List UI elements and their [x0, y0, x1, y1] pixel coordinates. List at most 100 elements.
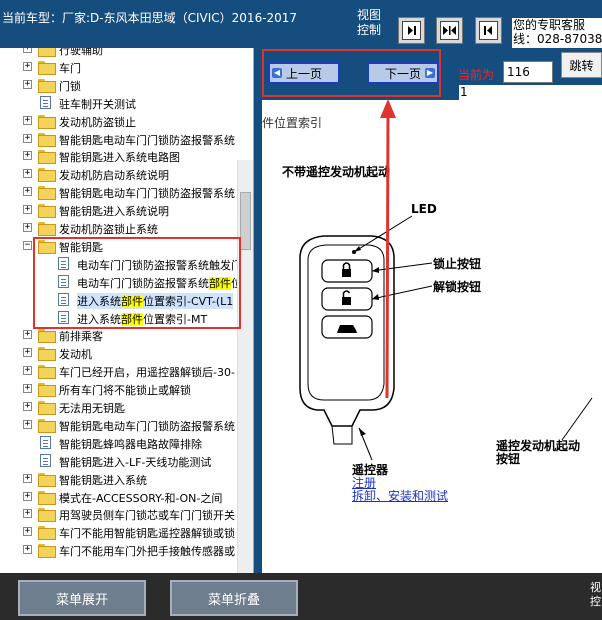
- vehicle-label: 当前车型：厂家:D-东风本田思域（CIVIC）2016-2017: [2, 11, 298, 25]
- view-right-button[interactable]: [398, 17, 425, 44]
- expand-icon[interactable]: +: [23, 61, 32, 71]
- tree-folder-item[interactable]: + 前排乘客: [0, 326, 237, 344]
- unlock-icon: [342, 297, 351, 305]
- tree-folder-item[interactable]: + 发动机防盗锁止: [0, 112, 237, 130]
- tree-folder-item[interactable]: + 所有车门将不能锁止或解锁: [0, 380, 237, 398]
- menu-collapse-button[interactable]: 菜单折叠: [170, 580, 298, 616]
- tree-folder-item[interactable]: + 车门不能用车门外把手接触传感器或: [0, 541, 237, 559]
- document-icon: [40, 95, 51, 109]
- tree-item-label: 智能钥匙进入系统: [59, 473, 147, 487]
- tree-folder-item[interactable]: + 用驾驶员侧车门锁芯或车门门锁开关: [0, 505, 237, 523]
- tree-folder-item[interactable]: + 车门: [0, 58, 237, 76]
- tree-folder-item[interactable]: + 智能钥匙进入系统电路图: [0, 147, 237, 165]
- expand-icon[interactable]: +: [23, 223, 32, 232]
- tree-item-label: 无法用无钥匙: [59, 402, 125, 415]
- folder-icon: [38, 418, 56, 433]
- folder-icon: [38, 401, 56, 415]
- expand-icon[interactable]: +: [23, 545, 32, 555]
- arrow-left-bar-icon: [479, 21, 498, 40]
- tree-folder-item[interactable]: + 模式在-ACCESSORY-和-ON-之间: [0, 488, 237, 506]
- lock-button-callout: 锁止按钮: [433, 257, 482, 271]
- lock-icon: [342, 269, 351, 277]
- tree-item-label: 用驾驶员侧车门锁芯或车门门锁开关: [59, 509, 235, 523]
- tree-vertical-scrollbar[interactable]: [237, 160, 253, 573]
- menu-expand-button[interactable]: 菜单展开: [18, 580, 146, 616]
- split-arrows-icon: [440, 21, 459, 40]
- expand-icon[interactable]: +: [23, 348, 32, 358]
- tree-item-label: 智能钥匙电动车门门锁防盗报警系统: [59, 133, 235, 147]
- tree-folder-item[interactable]: + 智能钥匙电动车门门锁防盗报警系统: [0, 130, 237, 148]
- tree-folder-item[interactable]: + 智能钥匙电动车门门锁防盗报警系统: [0, 416, 237, 434]
- tree-folder-item[interactable]: + 智能钥匙电动车门门锁防盗报警系统: [0, 183, 237, 201]
- tree-item-label: 发动机防盗锁止: [59, 115, 136, 129]
- expand-icon[interactable]: +: [23, 527, 32, 537]
- expand-icon[interactable]: +: [23, 169, 32, 179]
- tree-folder-item[interactable]: + 智能钥匙进入系统说明: [0, 201, 237, 219]
- removal-install-test-link[interactable]: 拆卸、安装和测试: [352, 487, 448, 504]
- tree-folder-item[interactable]: + 行驶辅助: [0, 48, 237, 58]
- tree-folder-item[interactable]: + 门锁: [0, 76, 237, 94]
- expand-icon[interactable]: +: [23, 384, 32, 394]
- expand-icon[interactable]: +: [23, 48, 32, 53]
- tree-doc-item[interactable]: 智能钥匙进入-LF-天线功能测试: [0, 452, 237, 470]
- tree-item-label: 车门不能用车门外把手接触传感器或: [59, 545, 235, 559]
- expand-icon[interactable]: +: [23, 115, 32, 125]
- document-icon: [40, 435, 51, 449]
- expand-icon[interactable]: +: [23, 473, 32, 483]
- panel-divider[interactable]: [254, 48, 262, 573]
- arrow-right-bar-icon: [402, 21, 421, 40]
- tree-annotation-box: [33, 237, 241, 329]
- document-icon: [40, 453, 51, 467]
- folder-icon: [38, 78, 56, 93]
- tree-item-label: 智能钥匙蜂鸣器电路故障排除: [59, 437, 202, 451]
- expand-icon[interactable]: +: [23, 330, 32, 340]
- tree-item-label: 前排乘客: [59, 330, 103, 344]
- tree-folder-item[interactable]: + 智能钥匙进入系统: [0, 470, 237, 488]
- folder-icon: [38, 347, 56, 362]
- tree-folder-item[interactable]: + 车门不能用智能钥匙遥控器解锁或锁: [0, 523, 237, 541]
- expand-icon[interactable]: +: [23, 366, 32, 376]
- expand-icon[interactable]: +: [23, 151, 32, 161]
- expand-icon[interactable]: +: [23, 509, 32, 519]
- folder-icon: [38, 204, 56, 219]
- expand-icon[interactable]: +: [23, 402, 32, 411]
- folder-icon: [38, 150, 56, 165]
- expand-icon[interactable]: +: [23, 79, 32, 89]
- tree-doc-item[interactable]: 驻车制开关测试: [0, 94, 237, 112]
- collapse-icon[interactable]: −: [23, 240, 32, 250]
- tree-folder-item[interactable]: + 车门已经开启，用遥控器解锁后-30-: [0, 362, 237, 380]
- tree-item-label: 所有车门将不能锁止或解锁: [59, 384, 191, 398]
- tree-folder-item[interactable]: + 发动机: [0, 344, 237, 362]
- remote-start-callout: 遥控发动机起动 按钮: [496, 439, 581, 466]
- expand-icon[interactable]: +: [23, 205, 32, 215]
- scroll-thumb[interactable]: [240, 192, 251, 250]
- folder-icon: [38, 490, 56, 505]
- folder-icon: [38, 329, 56, 344]
- folder-icon: [38, 508, 56, 523]
- view-split-button[interactable]: [436, 17, 463, 44]
- expand-icon[interactable]: +: [23, 133, 32, 143]
- expand-icon[interactable]: +: [23, 491, 32, 501]
- tree-folder-item[interactable]: + 无法用无钥匙: [0, 398, 237, 416]
- tree-item-label: 车门已经开启，用遥控器解锁后-30-: [59, 366, 235, 380]
- folder-icon: [38, 544, 56, 559]
- tree-doc-item[interactable]: 智能钥匙蜂鸣器电路故障排除: [0, 434, 237, 452]
- tree-folder-item[interactable]: + 发动机防盗锁止系统: [0, 219, 237, 237]
- bottom-bar: 菜单展开 菜单折叠 视 控: [0, 573, 602, 620]
- tree-item-label: 车门不能用智能钥匙遥控器解锁或锁: [59, 527, 235, 541]
- tree-item-label: 车门: [59, 61, 81, 75]
- expand-icon[interactable]: +: [23, 419, 32, 429]
- folder-icon: [38, 114, 56, 129]
- tree-item-label: 发动机防启动系统说明: [59, 169, 169, 183]
- tree-item-label: 发动机: [59, 348, 92, 362]
- folder-icon: [38, 383, 56, 398]
- expand-icon[interactable]: +: [23, 187, 32, 197]
- view-left-button[interactable]: [475, 17, 502, 44]
- tree-item-label: 智能钥匙电动车门门锁防盗报警系统: [59, 419, 235, 433]
- top-header: 当前车型：厂家:D-东风本田思域（CIVIC）2016-2017 视图 控制 您…: [0, 0, 602, 48]
- tree-folder-item[interactable]: + 发动机防启动系统说明: [0, 165, 237, 183]
- tree-item-label: 驻车制开关测试: [59, 97, 136, 111]
- folder-icon: [38, 222, 56, 236]
- unlock-button-callout: 解锁按钮: [433, 280, 482, 294]
- folder-icon: [38, 526, 56, 541]
